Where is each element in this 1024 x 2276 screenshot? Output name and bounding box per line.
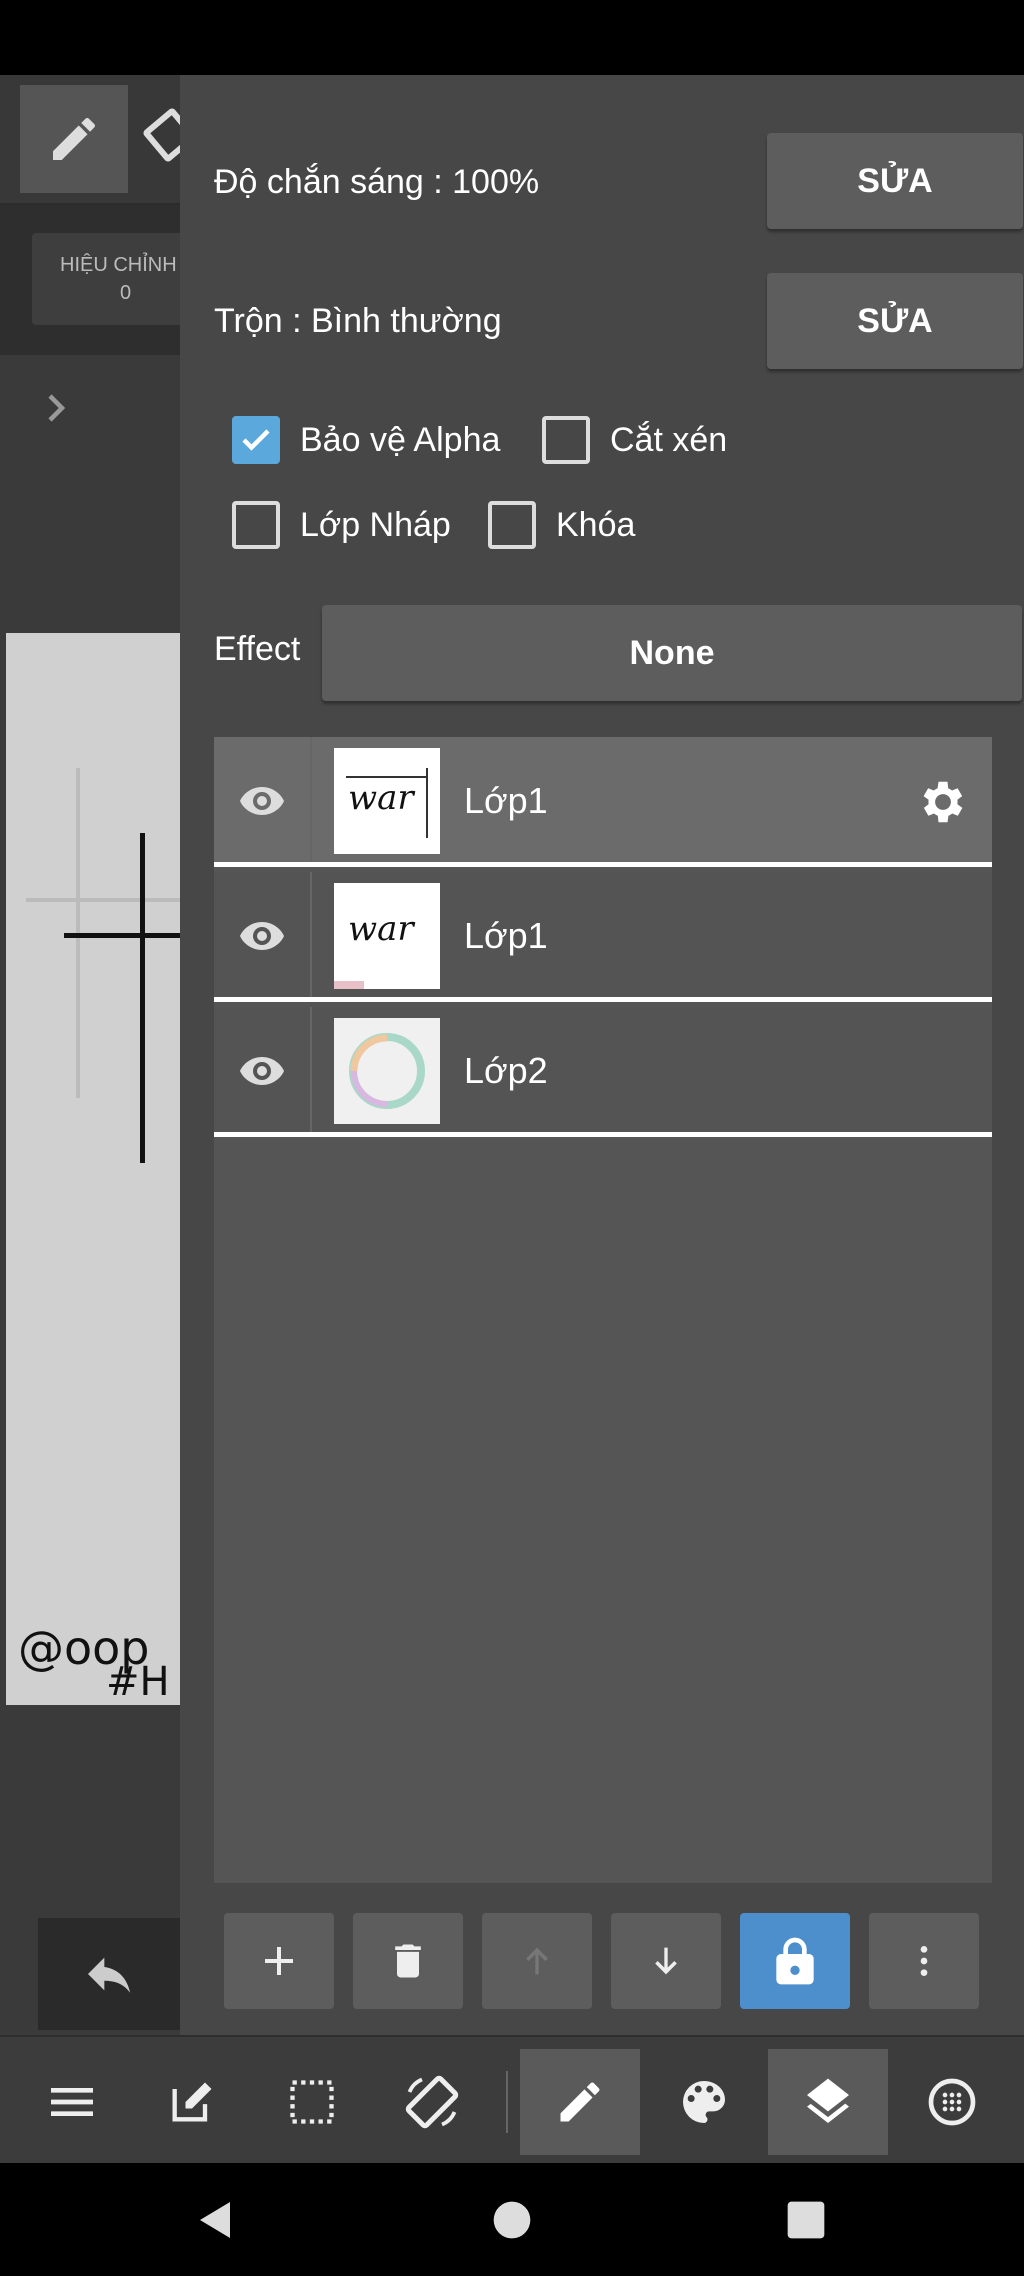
eye-icon[interactable] xyxy=(236,1047,288,1095)
undo-icon xyxy=(88,1957,130,1993)
opacity-label: Độ chắn sáng : 100% xyxy=(214,163,540,201)
layer-row[interactable]: Lớp2 xyxy=(214,1007,992,1137)
layers-icon xyxy=(807,2078,849,2123)
layer-thumbnail xyxy=(334,1018,440,1124)
layer-thumbnail: war xyxy=(334,748,440,854)
correction-button[interactable]: HIỆU CHỈNH 0 xyxy=(32,233,192,325)
watercolor-ring xyxy=(349,1033,425,1109)
delete-layer-button[interactable] xyxy=(353,1913,463,2009)
toolbar-separator xyxy=(506,2071,508,2133)
recents-button[interactable] xyxy=(774,2188,838,2252)
move-layer-down-button[interactable] xyxy=(611,1913,721,2009)
checkbox-unchecked xyxy=(232,501,280,549)
edit-icon xyxy=(172,2082,212,2122)
bottom-toolbar xyxy=(0,2035,1024,2163)
blend-edit-button[interactable]: SỬA xyxy=(767,273,1023,369)
back-icon xyxy=(200,2202,230,2238)
grid-icon xyxy=(928,2078,976,2126)
add-layer-button[interactable] xyxy=(224,1913,334,2009)
checkbox-label: Lớp Nháp xyxy=(300,505,451,544)
palette-icon xyxy=(683,2081,725,2123)
move-layer-up-button[interactable] xyxy=(482,1913,592,2009)
home-button[interactable] xyxy=(480,2188,544,2252)
layer-panel: Độ chắn sáng : 100% SỬA Trộn : Bình thườ… xyxy=(180,75,1024,2035)
more-options-button[interactable] xyxy=(869,1913,979,2009)
pen-tool-button[interactable] xyxy=(20,85,128,193)
effect-button[interactable]: None xyxy=(322,605,1022,701)
trash-icon xyxy=(395,1944,421,1978)
selection-button[interactable] xyxy=(252,2049,372,2155)
checkbox-checked xyxy=(232,416,280,464)
undo-button[interactable] xyxy=(38,1918,180,2030)
menu-button[interactable] xyxy=(12,2049,132,2155)
rotate-icon xyxy=(405,2075,459,2129)
more-vert-icon xyxy=(920,1946,928,1976)
opacity-edit-button[interactable]: SỬA xyxy=(767,133,1023,229)
status-bar xyxy=(0,0,1024,75)
arrow-up-icon xyxy=(526,1947,548,1975)
grid-button[interactable] xyxy=(892,2049,1012,2155)
canvas-text: #H xyxy=(106,1659,170,1705)
gear-icon[interactable] xyxy=(916,775,970,829)
layer-row[interactable]: war Lớp1 xyxy=(214,737,992,867)
pen-icon xyxy=(560,2082,600,2122)
palette-button[interactable] xyxy=(644,2049,764,2155)
home-icon xyxy=(493,2201,531,2239)
divider xyxy=(310,737,312,862)
clipping-checkbox[interactable]: Cắt xén xyxy=(542,416,727,464)
recents-icon xyxy=(787,2201,825,2239)
thumb-text: war xyxy=(348,778,414,818)
layer-list: war Lớp1 war Lớp1 Lớp2 xyxy=(214,737,992,1883)
blend-label: Trộn : Bình thường xyxy=(214,302,502,340)
layer-thumbnail: war xyxy=(334,883,440,989)
eye-icon[interactable] xyxy=(236,912,288,960)
layers-button[interactable] xyxy=(768,2049,888,2155)
checkbox-label: Bảo vệ Alpha xyxy=(300,420,501,459)
eye-icon[interactable] xyxy=(236,777,288,825)
pen-button[interactable] xyxy=(520,2049,640,2155)
add-icon xyxy=(265,1947,293,1975)
layer-name: Lớp1 xyxy=(464,915,548,956)
draft-layer-checkbox[interactable]: Lớp Nháp xyxy=(232,501,451,549)
layer-name: Lớp1 xyxy=(464,780,548,821)
system-nav-bar xyxy=(0,2163,1024,2276)
check-icon xyxy=(242,429,270,451)
tool-bar xyxy=(0,75,199,205)
checkbox-label: Khóa xyxy=(556,505,636,544)
alpha-protect-checkbox[interactable]: Bảo vệ Alpha xyxy=(232,416,500,464)
divider xyxy=(310,872,312,997)
drawing-canvas[interactable]: @oop #H xyxy=(6,633,180,1705)
layer-name: Lớp2 xyxy=(464,1050,548,1091)
checkbox-unchecked xyxy=(488,501,536,549)
thumb-text: war xyxy=(348,909,414,949)
lock-checkbox[interactable]: Khóa xyxy=(488,501,635,549)
checkbox-label: Cắt xén xyxy=(610,420,728,459)
menu-icon xyxy=(51,2088,93,2116)
back-button[interactable] xyxy=(184,2188,248,2252)
selection-icon xyxy=(290,2080,334,2124)
correction-label: HIỆU CHỈNH xyxy=(60,254,177,276)
edit-button[interactable] xyxy=(132,2049,252,2155)
pen-icon xyxy=(53,117,95,160)
lock-layer-button[interactable] xyxy=(740,1913,850,2009)
divider xyxy=(310,1007,312,1132)
layer-tools xyxy=(224,1913,1002,2009)
correction-value: 0 xyxy=(120,282,132,304)
rotate-button[interactable] xyxy=(372,2049,492,2155)
effect-label: Effect xyxy=(214,630,301,668)
lock-icon xyxy=(776,1937,814,1985)
layer-row[interactable]: war Lớp1 xyxy=(214,872,992,1002)
checkbox-unchecked xyxy=(542,416,590,464)
arrow-down-icon xyxy=(655,1947,677,1975)
chevron-right-icon[interactable] xyxy=(38,390,74,426)
